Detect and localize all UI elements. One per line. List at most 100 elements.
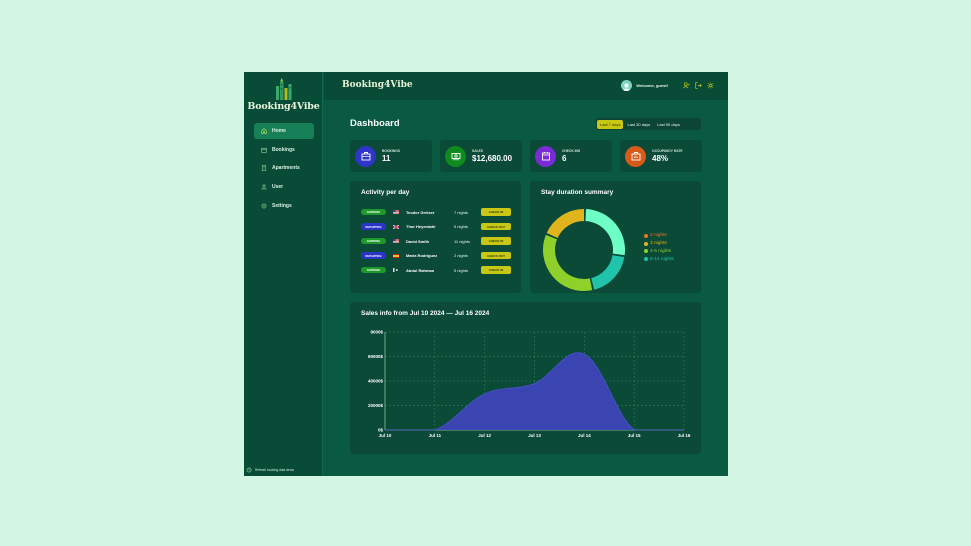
- flag-gb-icon: [393, 224, 399, 229]
- gear-icon: [261, 203, 267, 209]
- check-out-button[interactable]: CHECK OUT: [481, 222, 511, 231]
- building-icon: [261, 165, 267, 172]
- nights-count: 2 nights: [454, 253, 469, 258]
- legend-item: 4-5 nights: [644, 248, 674, 256]
- sales-panel: Sales info from Jul 10 2024 — Jul 16 202…: [350, 302, 701, 454]
- brand-title: Booking4Vibe: [342, 80, 413, 90]
- legend-item: 2 nights: [644, 232, 674, 240]
- stat-icon-bg: [625, 145, 646, 167]
- legend-dot: [644, 233, 648, 238]
- status-badge: DEPARTING: [361, 252, 386, 259]
- x-tick-label: Jul 14: [578, 433, 591, 438]
- user-icon: [261, 184, 267, 190]
- check-in-button[interactable]: CHECK IN: [481, 237, 511, 245]
- activity-panel: Activity per day ARRIVING Teodor Grelser 7…: [350, 181, 521, 293]
- legend-label: 3 nights: [650, 241, 667, 247]
- date-filter: Last 7 days Last 30 days Last 90 days: [596, 118, 701, 130]
- page-title: Dashboard: [350, 118, 400, 129]
- legend-dot: [644, 241, 648, 246]
- stat-card-bookings: BOOKINGS 11: [350, 140, 432, 172]
- stat-value: 6: [562, 154, 567, 163]
- logout-button[interactable]: [695, 82, 702, 89]
- donut-slice[interactable]: [546, 209, 584, 238]
- nights-count: 5 nights: [454, 224, 469, 229]
- activity-row: ARRIVING Abdul Rahman 5 nights CHECK IN: [361, 265, 511, 275]
- activity-title: Activity per day: [361, 189, 410, 196]
- y-tick-label: 0$: [378, 428, 384, 433]
- logout-icon: [695, 82, 702, 89]
- check-out-button[interactable]: CHECK OUT: [481, 251, 511, 260]
- stay-duration-title: Stay duration summary: [541, 189, 614, 196]
- stat-card-check-ins: CHECK INS 6: [530, 140, 612, 172]
- theme-toggle-button[interactable]: [707, 82, 714, 89]
- y-tick-label: 40000$: [368, 379, 384, 384]
- x-tick-label: Jul 11: [429, 433, 442, 438]
- activity-row: ARRIVING Teodor Grelser 7 nights CHECK IN: [361, 207, 511, 217]
- main-content: Dashboard Last 7 days Last 30 days Last …: [324, 100, 728, 476]
- sun-icon: [707, 82, 714, 89]
- logo-icon: [275, 78, 291, 100]
- refresh-icon: [246, 467, 252, 473]
- flag-us-icon: [393, 210, 399, 214]
- guest-name: David Smith: [406, 238, 430, 244]
- guest-name: Abdul Rahman: [406, 267, 435, 273]
- logo-text: Booking4Vibe: [247, 101, 320, 112]
- filter-last-7-days[interactable]: Last 7 days: [597, 119, 624, 129]
- refresh-data-button[interactable]: Refresh booking data demo: [246, 467, 294, 473]
- check-in-button[interactable]: CHECK IN: [481, 208, 511, 216]
- sidebar-nav: Home Bookings Apartments User Settings: [254, 123, 314, 216]
- flag-us-icon: [393, 239, 399, 243]
- sidebar-item-label: Bookings: [272, 146, 295, 153]
- sidebar-item-home[interactable]: Home: [254, 123, 314, 139]
- user-area: Welcome, guest!: [621, 80, 714, 91]
- flag-es-icon: [393, 253, 399, 258]
- sidebar-item-label: Settings: [272, 202, 292, 209]
- x-tick-label: Jul 10: [379, 433, 392, 438]
- stat-icon-bg: [355, 145, 376, 167]
- stat-label: CHECK INS: [562, 149, 581, 153]
- x-tick-label: Jul 15: [628, 433, 641, 438]
- sidebar-item-apartments[interactable]: Apartments: [254, 160, 314, 176]
- check-in-button[interactable]: CHECK IN: [481, 266, 511, 274]
- stat-icon-bg: [445, 145, 466, 167]
- status-badge: ARRIVING: [361, 208, 386, 216]
- account-button[interactable]: [683, 82, 690, 89]
- status-badge: ARRIVING: [361, 237, 386, 245]
- filter-last-30-days[interactable]: Last 30 days: [624, 120, 653, 129]
- filter-last-90-days[interactable]: Last 90 days: [654, 120, 683, 129]
- x-tick-label: Jul 16: [678, 433, 691, 438]
- donut-slice[interactable]: [585, 209, 625, 256]
- guest-name: Teodor Grelser: [406, 209, 435, 215]
- donut-slice[interactable]: [591, 255, 625, 290]
- sidebar-item-label: User: [272, 184, 284, 191]
- stat-label: SALES: [472, 149, 483, 153]
- donut-slice[interactable]: [543, 234, 593, 291]
- welcome-text: Welcome, guest!: [636, 83, 668, 88]
- stat-value: 48%: [652, 154, 669, 163]
- nights-count: 11 nights: [454, 238, 470, 244]
- activity-row: DEPARTING Thor Heyerdahl 5 nights CHECK OUT: [361, 222, 511, 232]
- legend-label: 2 nights: [650, 233, 667, 239]
- stat-label: BOOKINGS: [382, 149, 400, 153]
- legend-label: 4-5 nights: [650, 248, 672, 254]
- activity-row: ARRIVING David Smith 11 nights CHECK IN: [361, 236, 511, 246]
- y-tick-label: 8000$: [370, 330, 383, 335]
- sidebar-item-settings[interactable]: Settings: [254, 198, 314, 214]
- avatar[interactable]: [621, 80, 633, 91]
- legend-item: 6-14 nights: [644, 255, 674, 263]
- legend-dot: [644, 249, 648, 254]
- sidebar: Booking4Vibe Home Bookings Apartments Us…: [244, 72, 323, 476]
- banknote-icon: [451, 153, 460, 161]
- calendar-icon: [541, 152, 550, 161]
- chart-icon: [631, 152, 640, 161]
- briefcase-icon: [361, 152, 370, 161]
- avatar-user-icon: [623, 83, 631, 91]
- sidebar-item-bookings[interactable]: Bookings: [254, 142, 314, 158]
- sidebar-item-label: Apartments: [272, 165, 300, 172]
- legend-label: 6-14 nights: [650, 256, 674, 262]
- stat-value: 11: [382, 154, 391, 163]
- y-tick-label: 60000$: [368, 354, 384, 359]
- sidebar-item-user[interactable]: User: [254, 179, 314, 195]
- app-window: Booking4Vibe Home Bookings Apartments Us…: [244, 72, 728, 476]
- activity-row: DEPARTING Maria Rodriguez 2 nights CHECK OU…: [361, 251, 511, 261]
